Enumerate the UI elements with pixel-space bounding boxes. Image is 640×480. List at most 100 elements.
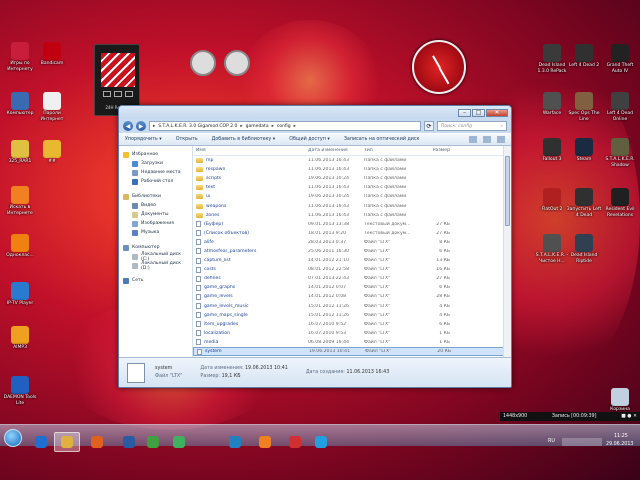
gadget-round-icon[interactable] [190, 50, 216, 76]
preview-pane-icon[interactable] [483, 136, 491, 143]
file-row[interactable]: weapons 11.06.2013 16:43 Папка с файлами [193, 201, 511, 210]
file-row[interactable]: atmosfear_parameters 25.06.2011 16:30 Файл… [193, 247, 511, 256]
desktop-icon-gta4[interactable]: Grand Theft Auto IV [602, 44, 638, 74]
address-bar[interactable]: ▸ S.T.A.L.K.E.R. 3.0 Gigamod COP 2.0 ▸ ga… [149, 121, 421, 131]
file-row[interactable]: respawn 11.06.2013 16:43 Папка с файлами [193, 165, 511, 174]
taskbar-app-chrome[interactable] [140, 432, 166, 452]
nav-item-documents[interactable]: Документы [121, 210, 190, 219]
file-row[interactable]: game_levels 14.01.2012 0:08 Файл "LTX" 28 К… [193, 292, 511, 301]
taskbar-app-firefox[interactable] [84, 432, 110, 452]
search-input[interactable]: Поиск: config ⌕ [437, 121, 507, 131]
file-row[interactable]: localization 16.07.2010 9:53 Файл "LTX" 1 К… [193, 329, 511, 338]
desktop-icon-recycle-bin[interactable]: Корзина [602, 388, 638, 413]
clock-date[interactable]: 29.06.2013 [606, 442, 633, 447]
nav-item-downloads[interactable]: Загрузки [121, 159, 190, 168]
desktop-icon-steam[interactable]: Steam [566, 138, 602, 163]
desktop-icon-stalker-cs[interactable]: S.T.A.L.K.E.R. - Чистое Н... [534, 234, 570, 264]
gadget-button[interactable] [114, 91, 122, 97]
taskbar-app-yandex[interactable] [282, 432, 308, 452]
desktop-icon-specops[interactable]: Spec Ops The Line [566, 92, 602, 122]
desktop-icon-l4d-launch[interactable]: Запустить Left 4 Dead [566, 188, 602, 218]
file-row[interactable]: capture_list 14.01.2012 21:10 Файл "LTX" 13… [193, 256, 511, 265]
taskbar-app-ie[interactable] [28, 432, 54, 452]
help-icon[interactable] [497, 136, 505, 143]
desktop-icon-games[interactable]: Игры по Интернету [2, 42, 38, 72]
desktop-icon-aimp[interactable]: AIMP3 [2, 326, 38, 351]
open-button[interactable]: Открыть [176, 137, 198, 142]
taskbar-app-explorer[interactable] [54, 432, 80, 452]
refresh-icon[interactable]: ⟳ [424, 121, 434, 131]
nav-item-recent[interactable]: Недавние места [121, 168, 190, 177]
desktop-icon-daemon-tools[interactable]: DAEMON Tools Lite [2, 376, 38, 406]
file-row[interactable]: system 19.06.2013 10:41 Файл "LTX" 20 КБ [193, 346, 511, 357]
desktop-icon-resident-evil[interactable]: Resident Evil Revelations [602, 188, 638, 218]
tray-icons[interactable] [562, 438, 602, 446]
file-row[interactable]: scripts 19.06.2013 10:24 Папка с файлами [193, 174, 511, 183]
file-row[interactable]: text 11.06.2013 16:43 Папка с файлами [193, 183, 511, 192]
clock-time[interactable]: 11:25 [614, 434, 628, 439]
file-row[interactable]: defines 07.01.2013 22:43 Файл "LTX" 27 КБ [193, 274, 511, 283]
burn-button[interactable]: Записать на оптический диск [344, 137, 420, 142]
desktop-icon-left4dead[interactable]: Left 4 Dead 2 [566, 44, 602, 69]
file-row[interactable]: (Список объектов) 18.01.2013 9:20 Текстовы… [193, 229, 511, 238]
desktop-icon-computer[interactable]: Компьютер [2, 92, 38, 117]
file-row[interactable]: alife 28.03.2013 0:37 Файл "LTX" 8 КБ [193, 238, 511, 247]
file-row[interactable]: game_maps_single 15.01.2012 11:26 Файл "LT… [193, 311, 511, 320]
forward-button[interactable]: ▶ [136, 121, 146, 131]
minimize-button[interactable]: – [458, 108, 471, 117]
breadcrumb-item[interactable]: gamedata [246, 124, 269, 129]
desktop-icon-warface[interactable]: Warface [534, 92, 570, 117]
view-options-icon[interactable] [469, 136, 477, 143]
taskbar-app-media-player[interactable] [116, 432, 142, 452]
file-row[interactable]: media 06.08.2009 16:44 Файл "LTX" 1 КБ [193, 338, 511, 347]
gadget-button[interactable] [103, 91, 111, 97]
file-row[interactable]: (Буфер) 09.01.2013 13:38 Текстовый докум..… [193, 220, 511, 229]
breadcrumb-item[interactable]: S.T.A.L.K.E.R. 3.0 Gigamod COP 2.0 [158, 124, 237, 129]
taskbar-app-odnoklassniki[interactable] [252, 432, 278, 452]
breadcrumb-item[interactable]: config [277, 124, 291, 129]
desktop-icon-bandicam[interactable]: Bandicam [34, 42, 70, 67]
desktop-icon-dead-island[interactable]: Dead Island 1.3.0 RePack [534, 44, 570, 74]
close-button[interactable]: ✕ [486, 108, 508, 117]
desktop-icon-l4d-online[interactable]: Left 4 Dead Online [602, 92, 638, 122]
nav-item-pictures[interactable]: Изображения [121, 219, 190, 228]
vertical-scrollbar[interactable] [503, 146, 511, 357]
column-header-name[interactable]: Имя [193, 148, 305, 153]
file-row[interactable]: mp 11.06.2013 16:43 Папка с файлами [193, 156, 511, 165]
nav-favorites[interactable]: Избранное [121, 150, 190, 159]
back-button[interactable]: ◀ [123, 121, 133, 131]
window-titlebar[interactable]: – □ ✕ [119, 106, 511, 119]
desktop-icon-iptv[interactable]: IP-TV Player [2, 282, 38, 307]
file-row[interactable]: zones 11.06.2013 16:43 Папка с файлами [193, 211, 511, 220]
column-header-type[interactable]: Тип [361, 148, 415, 153]
column-header-date[interactable]: Дата изменения [305, 148, 361, 153]
desktop-icon-odnoklassniki[interactable]: Одноклас... [2, 234, 38, 259]
file-row[interactable]: ui 19.06.2013 10:24 Папка с файлами [193, 192, 511, 201]
nav-item-desktop[interactable]: Рабочий стол [121, 177, 190, 186]
nav-item-video[interactable]: Видео [121, 201, 190, 210]
file-row[interactable]: game_graphs 14.01.2012 0:07 Файл "LTX" 6 КБ [193, 283, 511, 292]
organize-button[interactable]: Упорядочить ▾ [125, 137, 162, 142]
start-button[interactable] [4, 429, 22, 447]
clock-gadget[interactable] [412, 40, 466, 94]
desktop-icon-search-web[interactable]: Искать в Интернете [2, 186, 38, 216]
maximize-button[interactable]: □ [472, 108, 485, 117]
share-button[interactable]: Общий доступ ▾ [289, 137, 330, 142]
nav-item-music[interactable]: Музыка [121, 228, 190, 237]
desktop-icon-rar[interactable]: 325_RAR1 [2, 140, 38, 165]
nav-item-drive-d[interactable]: Локальный диск (D:) [121, 261, 190, 271]
nav-network[interactable]: Сеть [121, 276, 190, 285]
scrollbar-thumb[interactable] [505, 156, 510, 226]
desktop-icon-stalker[interactable]: S.T.A.L.K.E.R. Shadow [602, 138, 638, 168]
add-to-library-button[interactable]: Добавить в библиотеку ▾ [212, 137, 276, 142]
language-indicator[interactable]: RU [548, 439, 555, 444]
file-row[interactable]: item_upgrades 16.07.2010 9:52 Файл "LTX" 6 … [193, 320, 511, 329]
file-row[interactable]: game_levels_music 15.01.2012 11:26 Файл "L… [193, 302, 511, 311]
gadget-button[interactable] [125, 91, 133, 97]
taskbar-app-skype[interactable] [308, 432, 334, 452]
file-row[interactable]: costs 08.01.2012 22:58 Файл "LTX" 16 КБ [193, 265, 511, 274]
taskbar-app-browser[interactable] [222, 432, 248, 452]
desktop-icon-passwords-doc[interactable]: Пароли Интернет [34, 92, 70, 122]
nav-libraries[interactable]: Библиотеки [121, 192, 190, 201]
desktop-icon-riptide[interactable]: Dead Island Riptide [566, 234, 602, 264]
